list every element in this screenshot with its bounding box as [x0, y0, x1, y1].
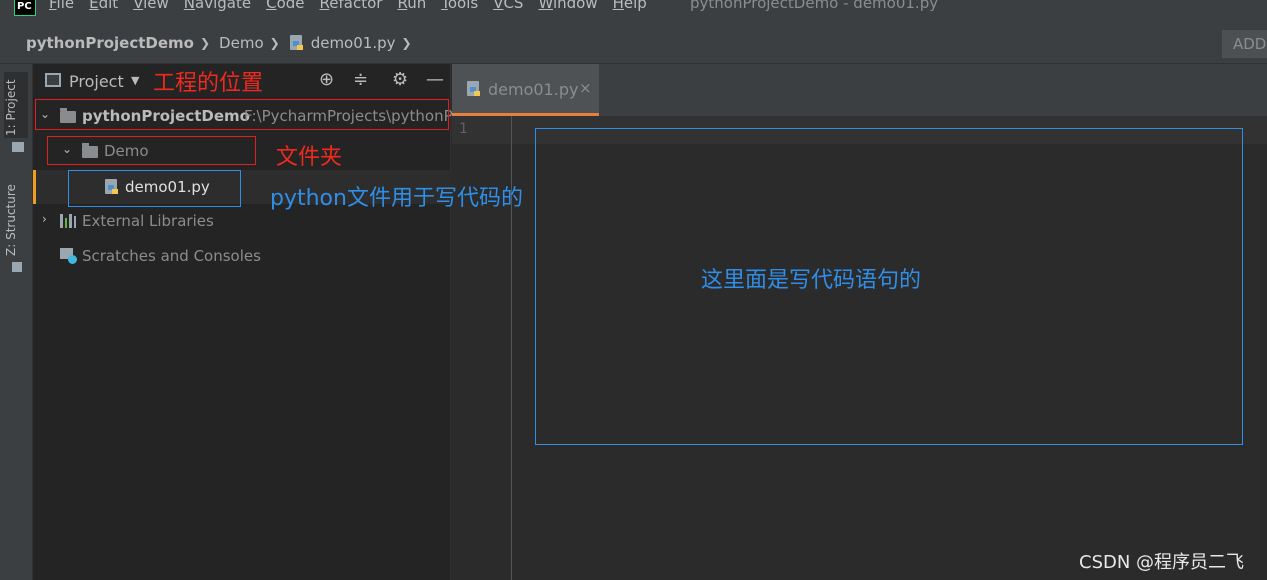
- breadcrumb-project[interactable]: pythonProjectDemo: [26, 34, 194, 52]
- tree-external-libraries: External Libraries: [82, 212, 214, 230]
- chevron-right-icon[interactable]: ›: [42, 212, 47, 226]
- locate-file-icon[interactable]: ⊕: [319, 69, 334, 90]
- editor-tab-bar: demo01.py ×: [452, 64, 1267, 116]
- left-tool-strip: 1: Project Z: Structure: [0, 64, 33, 580]
- collapse-all-icon[interactable]: ≑: [353, 69, 368, 90]
- scratches-icon: [60, 248, 77, 264]
- chevron-right-icon: ❯: [199, 36, 211, 50]
- breadcrumb-folder[interactable]: Demo: [219, 34, 264, 52]
- caret-down-icon[interactable]: ▼: [131, 74, 139, 87]
- annotation-editor-area: 这里面是写代码语句的: [701, 268, 922, 293]
- project-view-selector[interactable]: Project: [69, 72, 124, 91]
- menu-code[interactable]: Code: [266, 0, 304, 12]
- menu-help[interactable]: Help: [613, 0, 647, 12]
- menu-tools[interactable]: Tools: [441, 0, 478, 12]
- project-window-icon: [45, 73, 61, 87]
- tree-row-scratches[interactable]: Scratches and Consoles: [33, 241, 451, 271]
- menu-vcs[interactable]: VCS: [493, 0, 523, 12]
- tool-tab-project[interactable]: 1: Project: [4, 72, 28, 138]
- pycharm-logo-icon[interactable]: PC: [14, 0, 36, 16]
- annotation-box-folder: [47, 136, 256, 165]
- menu-bar: PC File Edit View Navigate Code Refactor…: [0, 0, 1267, 22]
- annotation-box-file: [68, 170, 241, 207]
- add-configuration-button[interactable]: ADD: [1222, 30, 1267, 58]
- annotation-python-file: python文件用于写代码的: [270, 186, 523, 211]
- menu-window[interactable]: Window: [538, 0, 597, 12]
- annotation-box-project: [35, 99, 449, 130]
- breadcrumb: pythonProjectDemo ❯ Demo ❯ demo01.py ❯: [26, 34, 421, 52]
- menu-run[interactable]: Run: [397, 0, 426, 12]
- tree-scratches: Scratches and Consoles: [82, 247, 261, 265]
- folder-icon: [12, 142, 24, 152]
- breadcrumb-file[interactable]: demo01.py: [311, 34, 396, 52]
- annotation-project-location: 工程的位置: [153, 71, 264, 96]
- menu-edit[interactable]: Edit: [89, 0, 118, 12]
- line-number: 1: [459, 121, 468, 137]
- menu-navigate[interactable]: Navigate: [184, 0, 251, 12]
- menu-file[interactable]: File: [49, 0, 74, 12]
- minimize-icon[interactable]: —: [426, 69, 444, 90]
- chevron-right-icon: ❯: [269, 36, 280, 50]
- python-file-icon: [466, 81, 482, 97]
- tool-tab-structure[interactable]: Z: Structure: [4, 178, 28, 256]
- libraries-icon: [60, 214, 76, 228]
- navigation-bar: pythonProjectDemo ❯ Demo ❯ demo01.py ❯ A…: [0, 22, 1267, 64]
- window-title: pythonProjectDemo - demo01.py: [690, 0, 939, 12]
- menu-items: File Edit View Navigate Code Refactor Ru…: [49, 0, 662, 12]
- python-file-icon: [289, 35, 305, 51]
- editor-tab-label: demo01.py: [488, 80, 579, 99]
- chevron-right-icon: ❯: [401, 36, 412, 50]
- gear-icon[interactable]: ⚙: [392, 69, 408, 90]
- menu-view[interactable]: View: [133, 0, 169, 12]
- structure-icon: [12, 262, 22, 272]
- editor-tab-demo01[interactable]: demo01.py ×: [452, 64, 599, 116]
- close-icon[interactable]: ×: [579, 79, 592, 97]
- watermark: CSDN @程序员二飞: [1079, 552, 1245, 573]
- annotation-folder: 文件夹: [276, 145, 343, 170]
- menu-refactor[interactable]: Refactor: [320, 0, 383, 12]
